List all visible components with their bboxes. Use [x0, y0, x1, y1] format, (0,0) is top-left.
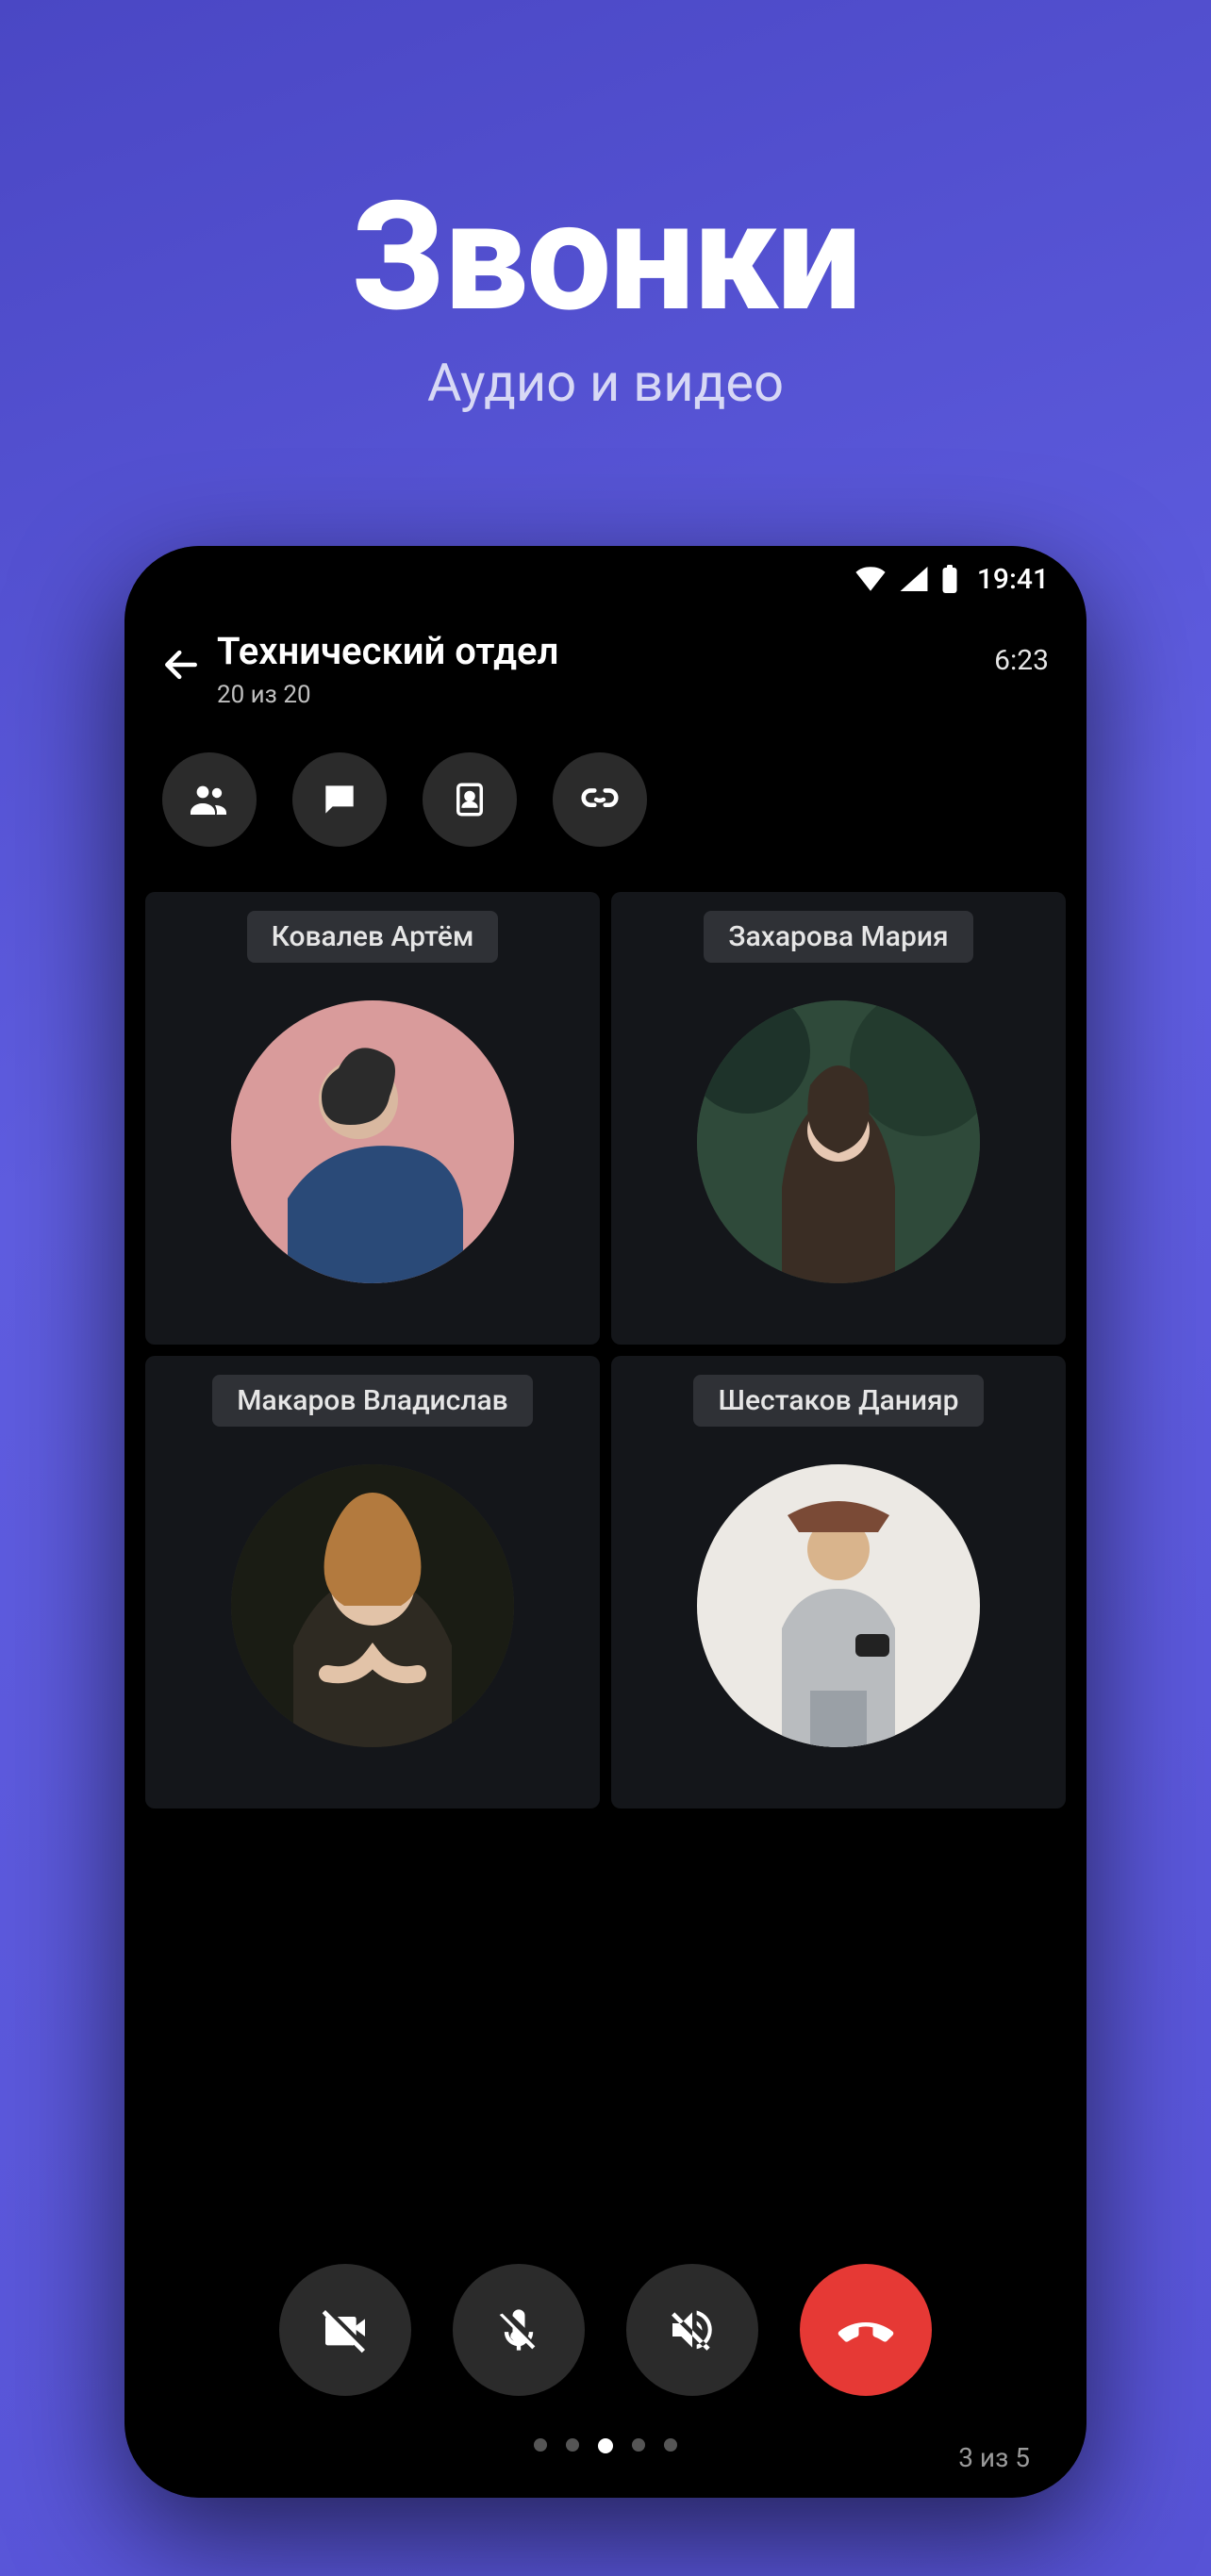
participant-name: Макаров Владислав: [212, 1375, 532, 1427]
mic-off-button[interactable]: [453, 2264, 585, 2396]
participant-tile[interactable]: Макаров Владислав: [145, 1356, 600, 1808]
avatar: [697, 1464, 980, 1747]
back-button[interactable]: [151, 635, 211, 695]
camera-off-button[interactable]: [279, 2264, 411, 2396]
avatar: [697, 1000, 980, 1283]
pager-dot[interactable]: [566, 2438, 579, 2452]
participant-name: Ковалев Артём: [247, 911, 499, 963]
link-button[interactable]: [553, 752, 647, 847]
battery-icon: [941, 565, 958, 593]
contact-card-button[interactable]: [423, 752, 517, 847]
call-duration: 6:23: [994, 644, 1049, 677]
participant-tile[interactable]: Шестаков Данияр: [611, 1356, 1066, 1808]
hero-subtitle: Аудио и видео: [351, 352, 859, 414]
pager-dot[interactable]: [664, 2438, 677, 2452]
phone-frame: 19:41 Технический отдел 20 из 20 6:23: [124, 546, 1087, 2498]
participant-name: Шестаков Данияр: [693, 1375, 983, 1427]
participant-tile[interactable]: Захарова Мария: [611, 892, 1066, 1345]
chat-button[interactable]: [292, 752, 387, 847]
speaker-off-button[interactable]: [626, 2264, 758, 2396]
call-controls: [124, 2226, 1087, 2422]
end-call-button[interactable]: [800, 2264, 932, 2396]
participant-grid: Ковалев Артём Захарова Мария Макаров Вла…: [145, 892, 1066, 2226]
pager: 3 из 5: [124, 2422, 1087, 2498]
call-header: Технический отдел 20 из 20 6:23: [124, 612, 1087, 718]
status-bar: 19:41: [124, 546, 1087, 612]
screen: 19:41 Технический отдел 20 из 20 6:23: [124, 546, 1087, 2498]
pager-dots[interactable]: [534, 2438, 677, 2453]
participants-button[interactable]: [162, 752, 257, 847]
action-row: [124, 718, 1087, 866]
avatar: [231, 1000, 514, 1283]
hero-title: Звонки: [351, 170, 859, 346]
participant-tile[interactable]: Ковалев Артём: [145, 892, 600, 1345]
pager-dot[interactable]: [632, 2438, 645, 2452]
signal-icon: [900, 567, 928, 591]
participant-count: 20 из 20: [217, 681, 994, 709]
pager-dot-active[interactable]: [598, 2438, 613, 2453]
promo-hero: Звонки Аудио и видео: [351, 170, 859, 414]
call-title: Технический отдел: [217, 629, 994, 673]
avatar: [231, 1464, 514, 1747]
wifi-icon: [854, 567, 887, 591]
pager-dot[interactable]: [534, 2438, 547, 2452]
status-time: 19:41: [977, 563, 1049, 596]
participant-name: Захарова Мария: [704, 911, 972, 963]
pager-label: 3 из 5: [958, 2442, 1030, 2473]
